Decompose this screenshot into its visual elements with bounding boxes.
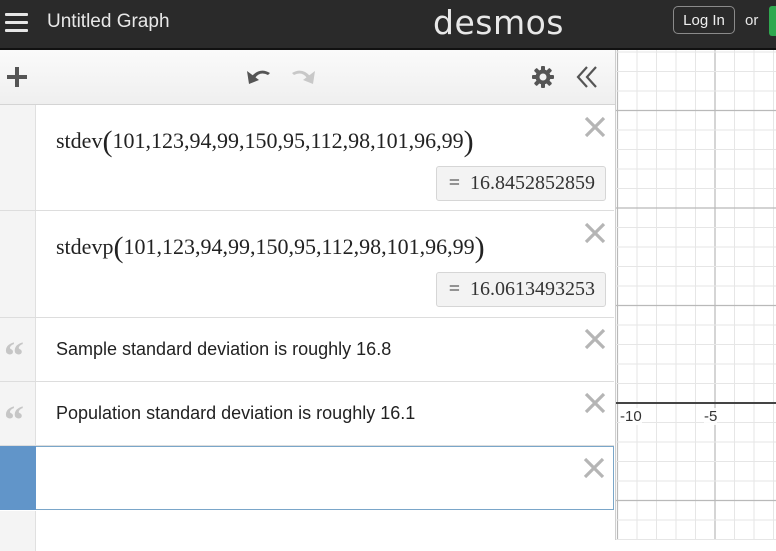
gear-icon[interactable] [531,65,555,89]
graph-title[interactable]: Untitled Graph [47,11,170,33]
note-item[interactable]: “ Sample standard deviation is roughly 1… [0,318,614,382]
undo-icon[interactable] [244,63,274,89]
note-item[interactable]: “ Population standard deviation is rough… [0,382,614,446]
close-icon[interactable] [582,326,608,352]
evaluation-result: = 16.0613493253 [435,272,606,307]
expression-gutter[interactable]: “ [0,382,36,445]
expression-item[interactable]: stdev(101,123,94,99,150,95,112,98,101,96… [0,105,614,211]
expression-gutter[interactable] [0,211,36,317]
redo-icon[interactable] [288,63,318,89]
math-input[interactable]: stdev(101,123,94,99,150,95,112,98,101,96… [56,125,474,159]
math-input[interactable]: stdevp(101,123,94,99,150,95,112,98,101,9… [56,231,485,265]
active-expression-item[interactable] [0,446,614,510]
evaluation-result: = 16.8452852859 [435,166,606,201]
plus-icon[interactable] [4,64,30,90]
signup-button[interactable] [769,6,776,36]
graph-paper[interactable]: -10 -5 [615,50,776,540]
or-label: or [745,12,759,29]
expression-gutter[interactable]: “ [0,318,36,381]
grid [616,50,776,540]
expression-gutter[interactable] [0,446,36,510]
note-text[interactable]: Sample standard deviation is roughly 16.… [56,339,391,360]
result-value: 16.0613493253 [470,278,595,300]
close-icon[interactable] [582,390,608,416]
function-args: 101,123,94,99,150,95,112,98,101,96,99 [123,234,475,259]
desmos-logo: desmos [433,3,564,42]
function-args: 101,123,94,99,150,95,112,98,101,96,99 [112,128,464,153]
x-tick-label: -5 [704,408,718,425]
top-bar: Untitled Graph desmos Log In or [0,0,776,50]
function-name: stdev [56,128,103,153]
expression-item[interactable]: stdevp(101,123,94,99,150,95,112,98,101,9… [0,211,614,318]
note-text[interactable]: Population standard deviation is roughly… [56,403,415,424]
result-value: 16.8452852859 [470,172,595,194]
expression-list: stdev(101,123,94,99,150,95,112,98,101,96… [0,105,615,551]
x-tick-label: -10 [620,408,642,425]
function-name: stdevp [56,234,114,259]
close-icon[interactable] [582,114,608,140]
quote-icon: “ [4,333,24,378]
expression-gutter [0,511,36,551]
menu-icon[interactable] [5,12,29,34]
close-icon[interactable] [581,455,607,481]
quote-icon: “ [4,397,24,442]
expression-gutter[interactable] [0,105,36,210]
login-button[interactable]: Log In [673,6,735,34]
expression-toolbar [0,50,615,105]
double-chevron-left-icon[interactable] [574,63,602,91]
close-icon[interactable] [582,220,608,246]
